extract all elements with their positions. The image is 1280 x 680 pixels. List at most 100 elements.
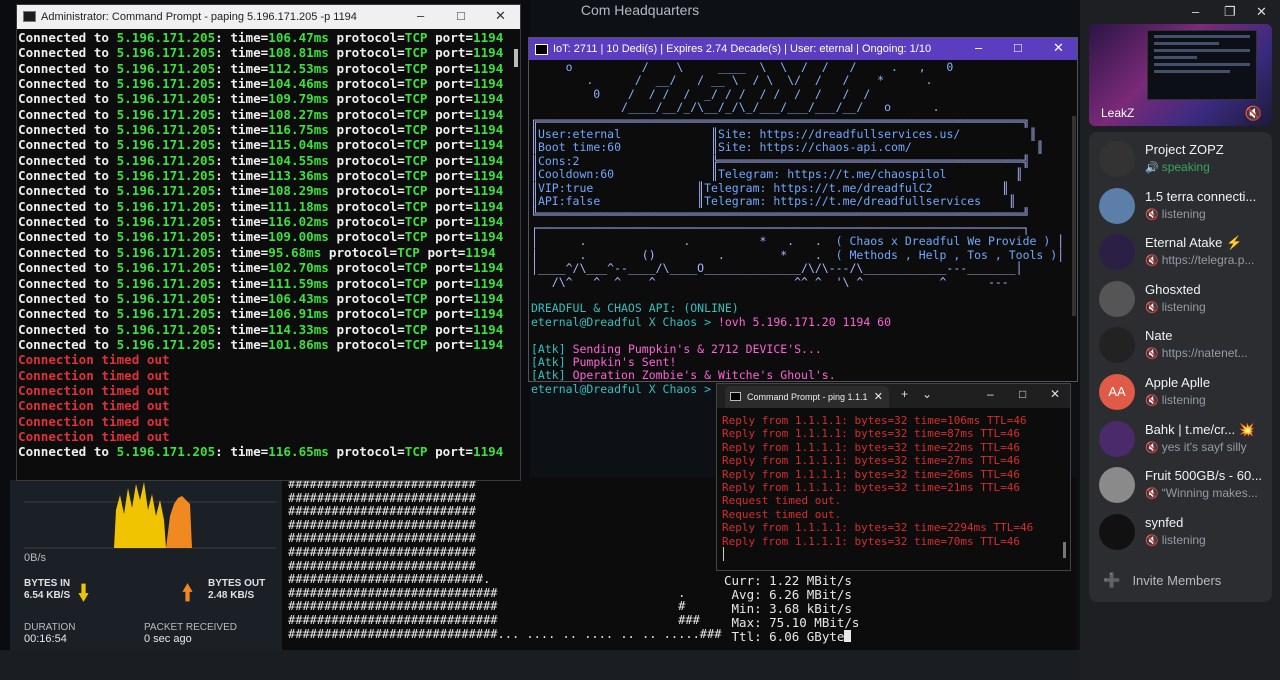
invite-members-button[interactable]: ➕ Invite Members [1103, 572, 1221, 589]
member-name: Eternal Atake ⚡ [1145, 235, 1243, 251]
voice-member[interactable]: AA Apple Aplle 🔇 listening [1099, 369, 1269, 415]
attack-status-1: Sending Pumpkin's & 2712 DEVICE'S... [572, 341, 822, 356]
close-tab-icon[interactable]: ✕ [874, 390, 883, 403]
output-line: Connected to 5.196.171.205: time=106.91m… [18, 306, 504, 322]
info-site1: Site: https://dreadfullservices.us/ [717, 127, 961, 142]
maximize-button[interactable]: □ [457, 8, 465, 23]
member-name: Fruit 500GB/s - 60... [1145, 468, 1263, 484]
output-line: Connected to 5.196.171.205: time=104.55m… [18, 152, 504, 168]
arrow-down-icon: 🠛 [78, 580, 90, 605]
banner-line: /____/__/_/\__/_/\_/___/___/___/__/ o . [531, 100, 975, 115]
output-line: Connected to 5.196.171.205: time=108.81m… [18, 45, 504, 61]
attack-status-2: Pumpkin's Sent! [572, 354, 677, 369]
dreadful-c2-window[interactable]: IoT: 2711 | 10 Dedi(s) | Expires 2.74 De… [528, 37, 1078, 395]
deafened-icon: 🔇 [1145, 441, 1159, 454]
network-monitor-widget: 0B/s BYTES IN 6.54 KB/S 🠛 🠙 BYTES OUT 2.… [10, 480, 282, 650]
output-line: Connected to 5.196.171.205: time=115.04m… [18, 137, 504, 153]
maximize-button[interactable]: □ [1014, 40, 1022, 55]
member-status: 🔇 listening [1145, 206, 1206, 221]
stream-tile[interactable]: LeakZ 🔇 [1089, 24, 1272, 126]
deafened-icon: 🔇 [1145, 488, 1159, 501]
stat-max: Max: 75.10 MBit/s [724, 615, 860, 630]
deafened-icon: 🔇 [1145, 348, 1159, 361]
deafened-icon: 🔇 [1145, 395, 1159, 407]
app-title: Com Headquarters [580, 2, 700, 18]
ping-line: Reply from 1.1.1.1: bytes=32 time=26ms T… [722, 467, 1021, 481]
voice-member[interactable]: synfed 🔇 listening [1099, 509, 1269, 555]
member-status: 🔇 https://natenet... [1145, 346, 1248, 361]
close-button[interactable]: ✕ [495, 8, 506, 24]
stat-current: Curr: 1.22 MBit/s [724, 573, 852, 588]
member-name: Nate [1145, 328, 1173, 344]
new-tab-button[interactable]: + [901, 387, 908, 401]
paping-window[interactable]: Administrator: Command Prompt - paping 5… [16, 4, 521, 481]
member-status: 🔇 listening [1145, 299, 1206, 314]
avatar [1099, 234, 1135, 271]
ping-line: Reply from 1.1.1.1: bytes=32 time=70ms T… [722, 534, 1021, 548]
minimize-button[interactable]: – [417, 8, 424, 23]
duration-value: 00:16:54 [24, 633, 67, 645]
minimize-button[interactable]: – [975, 40, 982, 55]
menu-line1: ( Chaos x Dreadful We Provide ) [835, 234, 1051, 249]
voice-member[interactable]: Ghosxted 🔇 listening [1099, 276, 1269, 322]
voice-member[interactable]: Eternal Atake ⚡ 🔇 https://telegra.p... [1099, 229, 1269, 275]
voice-member[interactable]: Project ZOPZ 🔊 speaking [1099, 136, 1269, 182]
member-status: 🔇 listening [1145, 393, 1206, 407]
info-api: API:false [537, 194, 601, 209]
maximize-button[interactable]: □ [1019, 387, 1026, 401]
app-close-button[interactable]: ✕ [1256, 4, 1267, 20]
cmd-icon [730, 392, 741, 401]
paping-titlebar[interactable]: Administrator: Command Prompt - paping 5… [17, 5, 520, 29]
graph-zero-label: 0B/s [24, 552, 47, 564]
avatar [1099, 187, 1135, 224]
minimize-button[interactable]: – [987, 387, 994, 401]
app-maximize-button[interactable]: ❐ [1224, 4, 1236, 20]
packet-received-label: PACKET RECEIVED [144, 622, 237, 633]
ping-window[interactable]: Command Prompt - ping 1.1.1 ✕ + ⌄ – □ ✕ … [716, 383, 1071, 571]
voice-member[interactable]: Fruit 500GB/s - 60... 🔇 “Winning makes... [1099, 462, 1269, 508]
voice-member[interactable]: Bahk | t.me/cr... 💥 🔇 yes it's sayf silly [1099, 416, 1269, 462]
output-line: Connected to 5.196.171.205: time=95.68ms… [18, 244, 496, 260]
ping-line: Reply from 1.1.1.1: bytes=32 time=21ms T… [722, 481, 1021, 495]
voice-member[interactable]: Nate 🔇 https://natenet... [1099, 322, 1269, 368]
bytes-out-value: 2.48 KB/S [208, 590, 255, 601]
ping-line: Reply from 1.1.1.1: bytes=32 time=2294ms… [722, 521, 1034, 535]
output-line: Connected to 5.196.171.205: time=116.02m… [18, 214, 504, 230]
paping-title: Administrator: Command Prompt - paping 5… [41, 11, 357, 23]
voice-member-list: Project ZOPZ 🔊 speaking 1.5 terra connecti.… [1089, 132, 1272, 602]
app-minimize-button[interactable]: – [1192, 4, 1199, 19]
bytes-in-label: BYTES IN [24, 578, 71, 589]
duration-label: DURATION [24, 622, 76, 633]
dreadful-output: o / \ ____ \ \ / / / . , 0 . / __/ / __ … [531, 60, 1065, 396]
speaker-icon: 🔊 [1145, 162, 1159, 174]
bytes-out-area [166, 496, 192, 548]
bytes-in-value: 6.54 KB/S [24, 590, 71, 601]
ping-tabbar[interactable]: Command Prompt - ping 1.1.1 ✕ + ⌄ – □ ✕ [717, 384, 1070, 408]
output-line: Connected to 5.196.171.205: time=108.27m… [18, 106, 504, 122]
bytes-in-area [114, 482, 166, 548]
ping-tab[interactable]: Command Prompt - ping 1.1.1 ✕ [725, 386, 889, 408]
info-telegram2: Telegram: https://t.me/dreadfulC2 [704, 180, 933, 195]
scrollbar[interactable] [1072, 116, 1076, 316]
output-line: Connected to 5.196.171.205: time=108.29m… [18, 183, 504, 199]
scrollbar[interactable] [514, 49, 518, 67]
dreadful-titlebar[interactable]: IoT: 2711 | 10 Dedi(s) | Expires 2.74 De… [529, 38, 1077, 60]
banner-line: o / \ ____ \ \ / / / . , 0 [531, 60, 954, 74]
output-line: Connected to 5.196.171.205: time=102.70m… [18, 260, 504, 276]
close-button[interactable]: ✕ [1050, 387, 1060, 401]
paping-output: Connected to 5.196.171.205: time=106.47m… [18, 30, 503, 460]
ping-line: Reply from 1.1.1.1: bytes=32 time=22ms T… [722, 440, 1021, 454]
deafened-icon: 🔇 [1145, 255, 1159, 268]
network-traffic-graph [24, 482, 276, 549]
terminal-icon [535, 44, 548, 55]
info-telegram3: Telegram: https://t.me/dreadfullservices [704, 194, 982, 209]
stat-average: Avg: 6.26 MBit/s [724, 587, 852, 602]
deafened-icon: 🔇 [1145, 301, 1159, 314]
chevron-down-icon[interactable]: ⌄ [922, 387, 932, 401]
scrollbar[interactable] [1063, 542, 1066, 558]
output-line: Connection timed out [18, 367, 170, 383]
cmd-icon [23, 11, 36, 22]
member-status: 🔇 “Winning makes... [1145, 486, 1258, 501]
close-button[interactable]: ✕ [1053, 40, 1064, 56]
voice-member[interactable]: 1.5 terra connecti... 🔇 listening [1099, 183, 1269, 229]
